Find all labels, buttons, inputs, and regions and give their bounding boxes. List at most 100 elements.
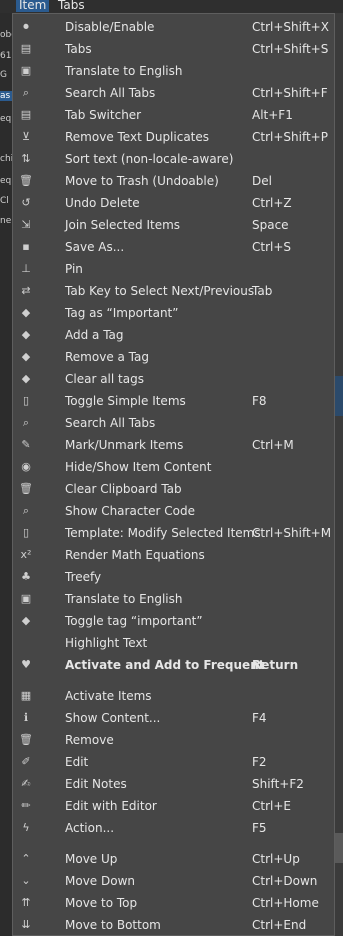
menu-item-search-all-tabs[interactable]: ⌕ Search All Tabs Ctrl+Shift+F	[13, 82, 334, 104]
menu-item-sort-text-non-locale-aware[interactable]: ⇅ Sort text (non-locale-aware)	[13, 148, 334, 170]
menu-item-label: Move to Trash (Undoable)	[65, 174, 219, 188]
menu-item-label: Undo Delete	[65, 196, 140, 210]
menu-item-show-character-code[interactable]: ⌕ Show Character Code	[13, 500, 334, 522]
menu-item-shortcut: Ctrl+Up	[252, 852, 300, 866]
menu-item-action[interactable]: ϟ Action... F5	[13, 817, 334, 839]
menu-item-label: Save As...	[65, 240, 125, 254]
trash-icon: 🗑	[19, 174, 33, 187]
menu-item-tabs[interactable]: ▤ Tabs Ctrl+Shift+S	[13, 38, 334, 60]
search-icon: ⌕	[22, 504, 30, 517]
superscript-icon: x²	[20, 548, 32, 561]
menu-item-hide-show-item-content[interactable]: ◉ Hide/Show Item Content	[13, 456, 334, 478]
menu-item-label: Join Selected Items	[65, 218, 181, 232]
eye-slash-icon: ◉	[21, 460, 31, 473]
menu-item-label: Mark/Unmark Items	[65, 438, 184, 452]
menu-item-remove-text-duplicates[interactable]: ⊻ Remove Text Duplicates Ctrl+Shift+P	[13, 126, 334, 148]
menu-item-edit[interactable]: ✐ Edit F2	[13, 751, 334, 773]
background-text-fragment: obo	[0, 30, 12, 40]
menu-item-shortcut: Ctrl+Home	[252, 896, 319, 910]
menu-item-remove-a-tag[interactable]: ◆ Remove a Tag	[13, 346, 334, 368]
menu-item-label: Hide/Show Item Content	[65, 460, 212, 474]
menu-item-shortcut: Ctrl+E	[252, 799, 291, 813]
menu-item-treefy[interactable]: ♣ Treefy	[13, 566, 334, 588]
menu-item-label: Translate to English	[65, 64, 183, 78]
menu-item-show-content[interactable]: ℹ Show Content... F4	[13, 707, 334, 729]
menu-item-shortcut: Ctrl+Shift+M	[252, 526, 332, 540]
menu-item-tag-as-important[interactable]: ◆ Tag as “Important”	[13, 302, 334, 324]
menu-item-undo-delete[interactable]: ↺ Undo Delete Ctrl+Z	[13, 192, 334, 214]
search-icon: ⌕	[22, 86, 30, 99]
compress-icon: ⇲	[21, 218, 31, 231]
save-icon: ▪	[22, 240, 30, 253]
menu-item-clear-all-tags[interactable]: ◆ Clear all tags	[13, 368, 334, 390]
double-chevron-down-icon: ⇊	[21, 918, 31, 931]
menu-item-shortcut: F5	[252, 821, 267, 835]
menu-item-label: Activate and Add to Frequent	[65, 658, 265, 672]
menu-item-label: Tabs	[65, 42, 92, 56]
info-icon: ℹ	[23, 711, 29, 724]
menu-item-search-all-tabs[interactable]: ⌕ Search All Tabs	[13, 412, 334, 434]
menu-item-move-down[interactable]: ⌄ Move Down Ctrl+Down	[13, 870, 334, 892]
menu-item-move-to-top[interactable]: ⇈ Move to Top Ctrl+Home	[13, 892, 334, 914]
menu-item-save-as[interactable]: ▪ Save As... Ctrl+S	[13, 236, 334, 258]
menu-item-shortcut: Ctrl+Shift+F	[252, 86, 328, 100]
menu-item-shortcut: F8	[252, 394, 267, 408]
menu-item-label: Search All Tabs	[65, 86, 156, 100]
menu-item-edit-with-editor[interactable]: ✏ Edit with Editor Ctrl+E	[13, 795, 334, 817]
menu-item-label: Show Character Code	[65, 504, 195, 518]
menu-item-label: Remove	[65, 733, 114, 747]
menu-item-template-modify-selected-items[interactable]: ▯ Template: Modify Selected Items Ctrl+Shi…	[13, 522, 334, 544]
menu-item-move-to-trash-undoable[interactable]: 🗑 Move to Trash (Undoable) Del	[13, 170, 334, 192]
bolt-icon: ϟ	[22, 821, 30, 834]
menu-item-label: Move to Bottom	[65, 918, 161, 932]
menu-item-highlight-text[interactable]: Highlight Text	[13, 632, 334, 654]
menu-item-disable-enable[interactable]: ⏺ Disable/Enable Ctrl+Shift+X	[13, 16, 334, 38]
menu-item-move-to-bottom[interactable]: ⇊ Move to Bottom Ctrl+End	[13, 914, 334, 936]
paste-icon: ▦	[20, 689, 32, 702]
menu-item-menu[interactable]: Item	[16, 0, 50, 12]
menu-item-render-math-equations[interactable]: x² Render Math Equations	[13, 544, 334, 566]
menu-item-toggle-simple-items[interactable]: ▯ Toggle Simple Items F8	[13, 390, 334, 412]
menu-item-tab-switcher[interactable]: ▤ Tab Switcher Alt+F1	[13, 104, 334, 126]
background-window-right	[335, 13, 343, 936]
menu-item-activate-items[interactable]: ▦ Activate Items	[13, 685, 334, 707]
menu-item-tab-key-to-select-next-previous[interactable]: ⇄ Tab Key to Select Next/Previous Tab	[13, 280, 334, 302]
menu-item-pin[interactable]: ⊥ Pin	[13, 258, 334, 280]
menu-item-activate-and-add-to-frequent[interactable]: ♥ Activate and Add to Frequent Return	[13, 654, 334, 676]
menu-item-label: Edit	[65, 755, 89, 769]
brush-icon: ✎	[21, 438, 31, 451]
menu-item-toggle-tag-important[interactable]: ◆ Toggle tag “important”	[13, 610, 334, 632]
search-icon: ⌕	[22, 416, 30, 429]
menu-item-mark-unmark-items[interactable]: ✎ Mark/Unmark Items Ctrl+M	[13, 434, 334, 456]
background-text-fragment: eq	[0, 114, 12, 124]
menu-item-clear-clipboard-tab[interactable]: 🗑 Clear Clipboard Tab	[13, 478, 334, 500]
menu-item-label: Tab Switcher	[65, 108, 142, 122]
tree-icon: ♣	[21, 570, 31, 583]
menu-item-label: Search All Tabs	[65, 416, 156, 430]
menubar: Item Tabs	[0, 0, 343, 13]
menu-item-translate-to-english[interactable]: ▣ Translate to English	[13, 60, 334, 82]
menu-item-label: Toggle tag “important”	[65, 614, 203, 628]
menu-item-remove[interactable]: 🗑 Remove	[13, 729, 334, 751]
background-text-fragment: Cl	[0, 196, 9, 206]
menu-item-label: Highlight Text	[65, 636, 148, 650]
list-icon: ▤	[20, 108, 32, 121]
menu-item-move-up[interactable]: ⌃ Move Up Ctrl+Up	[13, 848, 334, 870]
menu-item-add-a-tag[interactable]: ◆ Add a Tag	[13, 324, 334, 346]
menu-item-shortcut: Ctrl+M	[252, 438, 294, 452]
menu-item-label: Remove a Tag	[65, 350, 149, 364]
menu-item-edit-notes[interactable]: ✍ Edit Notes Shift+F2	[13, 773, 334, 795]
menu-item-label: Sort text (non-locale-aware)	[65, 152, 234, 166]
menu-item-label: Pin	[65, 262, 83, 276]
translate-icon: ▣	[20, 64, 32, 77]
menu-item-join-selected-items[interactable]: ⇲ Join Selected Items Space	[13, 214, 334, 236]
tag-icon: ◆	[21, 306, 31, 319]
menu-tabs-menu[interactable]: Tabs	[58, 0, 85, 12]
menu-item-translate-to-english[interactable]: ▣ Translate to English	[13, 588, 334, 610]
menu-item-shortcut: F4	[252, 711, 267, 725]
menu-item-label: Move to Top	[65, 896, 138, 910]
menu-item-shortcut: Ctrl+Down	[252, 874, 318, 888]
translate-icon: ▣	[20, 592, 32, 605]
menu-item-label: Action...	[65, 821, 115, 835]
chevron-up-icon: ⌃	[21, 852, 31, 865]
